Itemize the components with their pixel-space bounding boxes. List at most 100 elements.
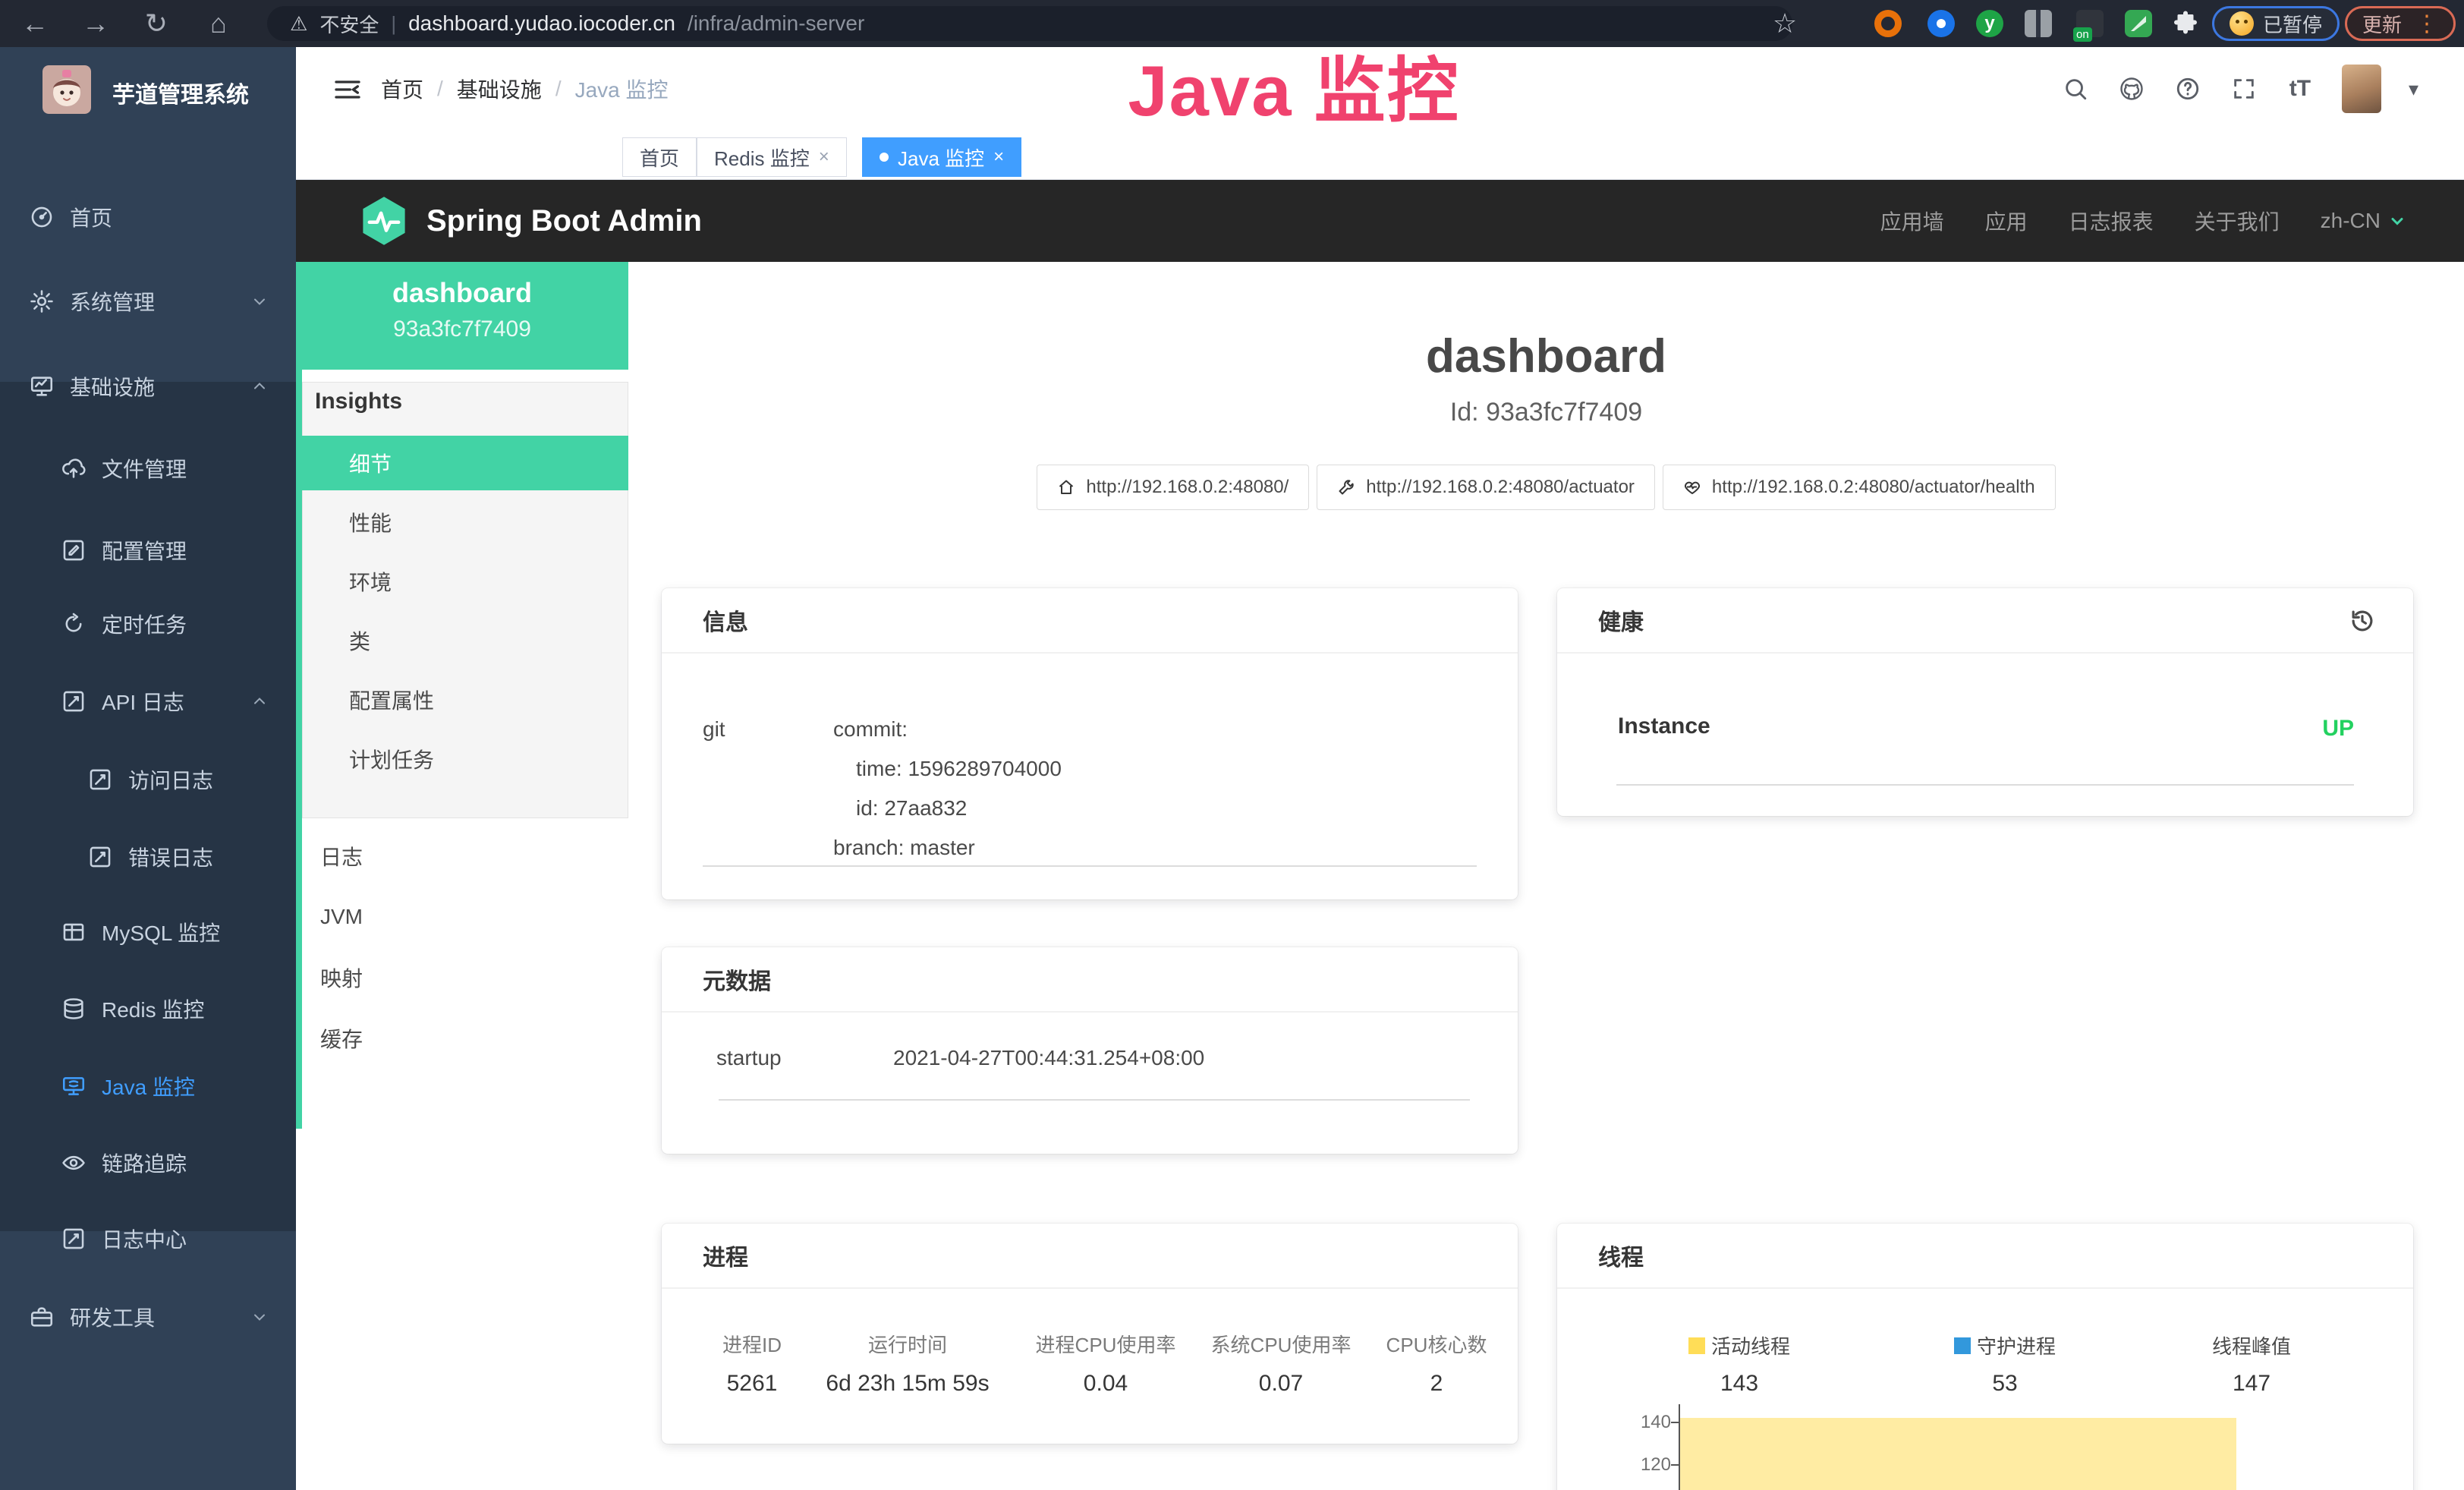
y-tick-120: 120: [1603, 1452, 1671, 1478]
sidebar-item-redis-monitor[interactable]: Redis 监控: [0, 971, 296, 1047]
endpoint-actuator-url[interactable]: http://192.168.0.2:48080/actuator: [1317, 465, 1655, 510]
sidebar-item-access-logs[interactable]: 访问日志: [0, 742, 296, 817]
sidebar-label: 文件管理: [102, 453, 187, 484]
sidebar-label: 定时任务: [102, 609, 187, 639]
endpoint-health-url[interactable]: http://192.168.0.2:48080/actuator/health: [1663, 465, 2056, 510]
app-brand: 芋道管理系统: [0, 65, 296, 149]
bookmark-star-icon[interactable]: ☆: [1761, 0, 1809, 47]
sidebar-item-error-logs[interactable]: 错误日志: [0, 819, 296, 895]
process-card-header: 进程: [662, 1224, 1518, 1289]
font-size-icon[interactable]: tT: [2286, 74, 2315, 103]
tab-redis-monitor[interactable]: Redis 监控 ×: [697, 137, 847, 177]
breadcrumb-current: Java 监控: [575, 74, 669, 104]
history-icon[interactable]: [2348, 606, 2377, 635]
browser-home-icon[interactable]: ⌂: [194, 0, 243, 47]
tab-java-monitor[interactable]: Java 监控 ×: [862, 137, 1021, 177]
sba-menu-metrics[interactable]: 性能: [302, 499, 628, 545]
sba-nav-about[interactable]: 关于我们: [2195, 206, 2280, 236]
tab-label: Redis 监控: [714, 143, 810, 172]
browser-menu-icon[interactable]: ⋮: [2415, 11, 2438, 37]
legend-live-threads: 活动线程: [1688, 1331, 1790, 1359]
card-title: 进程: [703, 1239, 748, 1272]
chevron-down-icon: [250, 1308, 269, 1326]
extension-orange-icon[interactable]: [1874, 10, 1902, 37]
update-chrome-button[interactable]: 更新 ⋮: [2345, 6, 2456, 41]
address-bar[interactable]: ⚠ 不安全 | dashboard.yudao.iocoder.cn/infra…: [267, 6, 1792, 41]
sidebar-item-dev-tools[interactable]: 研发工具: [0, 1279, 296, 1355]
menu-label: 计划任务: [349, 744, 434, 774]
sba-menu-mappings[interactable]: 映射: [302, 955, 628, 1000]
sidebar-item-system[interactable]: 系统管理: [0, 263, 296, 339]
browser-back-icon[interactable]: ←: [11, 0, 59, 47]
url-host: dashboard.yudao.iocoder.cn: [408, 11, 675, 36]
sidebar-item-home[interactable]: 首页: [0, 179, 296, 255]
user-avatar[interactable]: [2342, 65, 2381, 113]
endpoint-links: http://192.168.0.2:48080/ http://192.168…: [628, 465, 2464, 510]
profile-paused-chip[interactable]: 已暂停: [2212, 6, 2340, 41]
browser-reload-icon[interactable]: ↻: [132, 0, 181, 47]
monitor-chart-icon: [29, 373, 55, 399]
tab-home[interactable]: 首页: [622, 137, 697, 177]
sidebar-item-trace[interactable]: 链路追踪: [0, 1125, 296, 1201]
metadata-key: startup: [716, 1038, 782, 1078]
close-icon[interactable]: ×: [993, 146, 1004, 168]
extension-green-y-icon[interactable]: y: [1976, 10, 2003, 37]
sba-menu-config-props[interactable]: 配置属性: [302, 677, 628, 723]
spring-boot-admin-logo[interactable]: [357, 194, 411, 248]
update-label: 更新: [2362, 10, 2402, 38]
edit-icon: [61, 537, 87, 563]
info-line: time: 1596289704000: [833, 749, 1062, 789]
threads-card: 线程 活动线程 守护进程 线程峰值 143 53 147 140 120 100: [1557, 1224, 2413, 1490]
heartbeat-icon: [1683, 478, 1701, 496]
extension-grid-icon[interactable]: [2025, 10, 2052, 37]
url-path: /infra/admin-server: [688, 11, 864, 36]
extension-pin-icon[interactable]: [1927, 10, 1955, 37]
menu-label: 映射: [320, 962, 363, 993]
sidebar-item-mysql-monitor[interactable]: MySQL 监控: [0, 894, 296, 970]
process-value: 0.04: [1084, 1371, 1128, 1397]
sidebar-item-infra[interactable]: 基础设施: [0, 348, 296, 424]
breadcrumb-home[interactable]: 首页: [381, 74, 423, 104]
sba-nav-wallboard[interactable]: 应用墙: [1880, 206, 1944, 236]
sidebar-item-api-logs[interactable]: API 日志: [0, 663, 296, 739]
sidebar-item-file-manage[interactable]: 文件管理: [0, 430, 296, 506]
sidebar-item-config-manage[interactable]: 配置管理: [0, 512, 296, 588]
search-icon[interactable]: [2061, 74, 2090, 103]
legend-label: 守护进程: [1977, 1331, 2056, 1359]
sba-nav-journal[interactable]: 日志报表: [2069, 206, 2154, 236]
sidebar-item-scheduled-jobs[interactable]: 定时任务: [0, 586, 296, 662]
screen: ← → ↻ ⌂ ⚠ 不安全 | dashboard.yudao.iocoder.…: [0, 0, 2464, 1490]
threads-value: 147: [2233, 1371, 2270, 1397]
sba-menu-caches[interactable]: 缓存: [302, 1016, 628, 1061]
sba-menu-details[interactable]: 细节: [302, 436, 628, 490]
gear-icon: [29, 288, 55, 314]
sba-menu-logs[interactable]: 日志: [302, 833, 628, 879]
log-icon: [87, 844, 113, 870]
github-icon[interactable]: [2117, 74, 2146, 103]
extensions-puzzle-icon[interactable]: [2172, 10, 2199, 37]
sidebar-item-java-monitor[interactable]: Java 监控: [0, 1048, 296, 1124]
browser-forward-icon[interactable]: →: [71, 0, 120, 47]
fullscreen-icon[interactable]: [2230, 74, 2258, 103]
sidebar-item-log-center[interactable]: 日志中心: [0, 1201, 296, 1277]
sba-instance-header: dashboard 93a3fc7f7409: [296, 262, 628, 370]
sba-nav-applications[interactable]: 应用: [1985, 206, 2028, 236]
process-value: 6d 23h 15m 59s: [826, 1371, 989, 1397]
extension-leaf-icon[interactable]: [2125, 10, 2152, 37]
sba-nav: 应用墙 应用 日志报表 关于我们 zh-CN: [1880, 180, 2464, 262]
sba-menu-jvm[interactable]: JVM: [302, 894, 628, 940]
endpoint-service-url[interactable]: http://192.168.0.2:48080/: [1037, 465, 1309, 510]
close-icon[interactable]: ×: [819, 146, 829, 168]
info-value-lines: commit: time: 1596289704000 id: 27aa832 …: [833, 710, 1062, 868]
breadcrumb-infra[interactable]: 基础设施: [457, 74, 542, 104]
sba-language-select[interactable]: zh-CN: [2321, 209, 2406, 233]
sba-menu-scheduled-tasks[interactable]: 计划任务: [302, 736, 628, 782]
help-icon[interactable]: [2173, 74, 2202, 103]
sidebar-toggle-icon[interactable]: [332, 74, 363, 103]
user-menu-caret-icon[interactable]: ▾: [2409, 77, 2418, 101]
sidebar-label: 首页: [70, 202, 112, 232]
process-col-label: CPU核心数: [1386, 1330, 1487, 1358]
sba-menu-environment[interactable]: 环境: [302, 559, 628, 604]
extension-on-icon[interactable]: on: [2076, 10, 2104, 37]
sba-menu-classes[interactable]: 类: [302, 618, 628, 663]
